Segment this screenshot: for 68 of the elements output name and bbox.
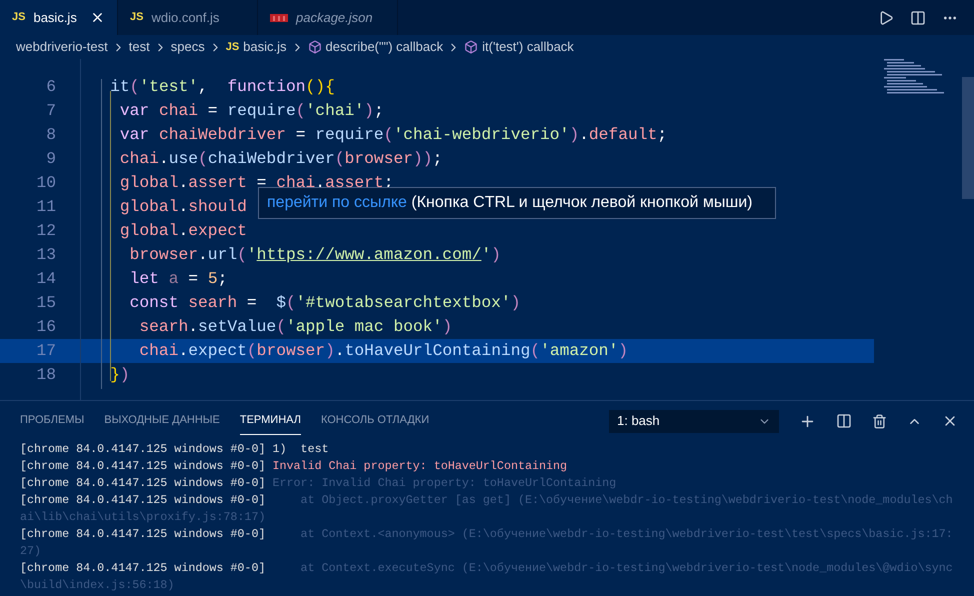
code-line: global.expect xyxy=(118,220,247,242)
terminal-prefix: [chrome 84.0.4147.125 windows #0-0] xyxy=(20,458,266,475)
js-file-icon: JS xyxy=(130,9,144,26)
breadcrumb-item[interactable]: describe("") callback xyxy=(326,37,444,57)
breadcrumb-item[interactable]: basic.js xyxy=(243,37,287,57)
code-line: browser.url('https://www.amazon.com/') xyxy=(128,244,501,266)
split-editor-icon[interactable] xyxy=(910,10,926,26)
line-number: 14 xyxy=(35,268,56,290)
terminal-select[interactable]: 1: bash xyxy=(609,410,779,432)
terminal-text: Invalid Chai property: toHaveUrlContaining xyxy=(272,458,568,475)
terminal-prefix: [chrome 84.0.4147.125 windows #0-0] xyxy=(20,526,266,543)
code-line: var chaiWebdriver = require('chai-webdriverio').default; xyxy=(118,124,668,146)
terminal-text: at Context.executeSync (E:\обучение\webdr-io-testing\webdriverio-test\node_modules\@wdio\sync xyxy=(300,560,953,577)
code-line: searh.setValue('apple mac book') xyxy=(138,316,452,338)
split-terminal-icon[interactable] xyxy=(836,413,852,429)
code-line: const searh = $('#twotabsearchtextbox') xyxy=(128,292,520,314)
editor-tab[interactable]: JS basic.js xyxy=(0,0,118,35)
terminal-prefix: [chrome 84.0.4147.125 windows #0-0] xyxy=(20,560,266,577)
terminal-text: 1) test xyxy=(272,441,329,458)
line-number: 17 xyxy=(35,340,56,362)
terminal-text: Error: Invalid Chai property: toHaveUrlContaining xyxy=(272,475,616,492)
terminal-text: 27) xyxy=(20,543,42,560)
symbol-icon xyxy=(308,40,322,54)
terminal-text: \build\index.js:56:18) xyxy=(20,577,174,594)
panel-tab[interactable]: КОНСОЛЬ ОТЛАДКИ xyxy=(320,407,430,435)
panel-tab[interactable]: ВЫХОДНЫЕ ДАННЫЕ xyxy=(104,407,220,435)
tab-label: wdio.conf.js xyxy=(151,8,220,27)
breadcrumb-item[interactable]: test xyxy=(128,37,150,57)
run-icon[interactable] xyxy=(878,10,894,26)
line-number: 11 xyxy=(35,196,56,218)
line-number: 9 xyxy=(45,148,56,170)
line-number: 8 xyxy=(45,124,56,146)
follow-link[interactable]: перейти по ссылке xyxy=(267,194,407,211)
tab-label: package.json xyxy=(296,8,373,27)
trash-icon[interactable] xyxy=(872,414,887,428)
npm-file-icon xyxy=(270,14,288,22)
panel-tab[interactable]: ТЕРМИНАЛ xyxy=(240,407,301,435)
code-line: global.should xyxy=(118,196,247,218)
terminal-prefix: [chrome 84.0.4147.125 windows #0-0] xyxy=(20,475,266,492)
code-line: it('test', function(){ xyxy=(109,76,335,98)
terminal-text: ai\lib\chai\utils\proxify.js:78:17) xyxy=(20,509,266,526)
close-icon[interactable] xyxy=(90,10,105,25)
tab-label: basic.js xyxy=(33,8,77,27)
line-number: 16 xyxy=(35,316,56,338)
line-number: 6 xyxy=(45,76,56,98)
terminal-text: at Context.<anonymous> (E:\обучение\webdr-io-testing\webdriverio-test\test\specs\basic.js:17: xyxy=(300,526,953,543)
line-number: 10 xyxy=(35,172,56,194)
terminal-prefix: [chrome 84.0.4147.125 windows #0-0] xyxy=(20,492,266,509)
line-number: 12 xyxy=(35,220,56,242)
line-number: 15 xyxy=(35,292,56,314)
panel-tab[interactable]: ПРОБЛЕМЫ xyxy=(20,407,84,435)
breadcrumb-item[interactable]: specs xyxy=(170,37,205,57)
line-number: 18 xyxy=(35,364,56,386)
line-number: 7 xyxy=(45,100,56,122)
code-line: var chai = require('chai'); xyxy=(118,100,384,122)
code-line: chai.expect(browser).toHaveUrlContaining('amazon') xyxy=(138,340,628,362)
code-line: }) xyxy=(109,364,130,386)
breadcrumb-item[interactable]: it('test') callback xyxy=(482,37,574,57)
terminal-text: at Object.proxyGetter [as get] (E:\обучение\webdr-io-testing\webdriverio-test\node_modules\ch xyxy=(300,492,953,509)
terminal-prefix: [chrome 84.0.4147.125 windows #0-0] xyxy=(20,441,266,458)
js-file-icon: JS xyxy=(12,9,26,26)
tooltip-text: перейти по ссылке (Кнопка CTRL и щелчок левой кнопкой мыши) xyxy=(267,193,754,213)
code-line: let a = 5; xyxy=(128,268,228,290)
code-line: chai.use(chaiWebdriver(browser)); xyxy=(118,148,442,170)
line-number: 13 xyxy=(35,244,56,266)
breadcrumb-item[interactable]: webdriverio-test xyxy=(16,37,108,57)
symbol-icon xyxy=(464,40,478,54)
js-file-icon: JS xyxy=(226,38,240,56)
